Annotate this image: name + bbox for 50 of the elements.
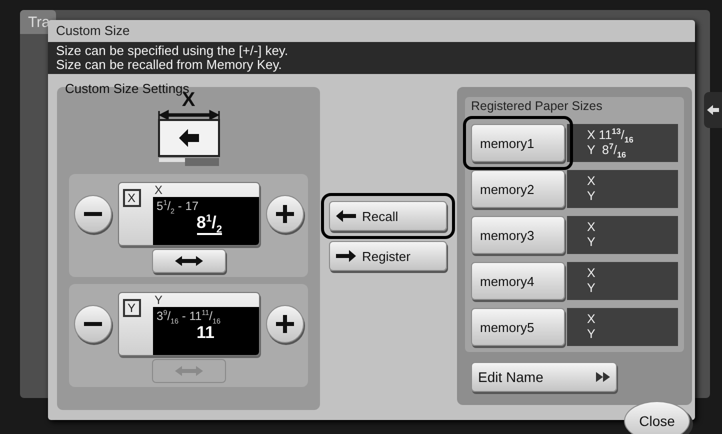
memory-button[interactable]: memory5 bbox=[471, 308, 565, 346]
double-arrow-icon bbox=[174, 255, 204, 267]
y-size-text: Y bbox=[587, 327, 596, 342]
message-text: Size can be specified using the [+/-] key. bbox=[56, 44, 290, 58]
register-button[interactable]: Register bbox=[329, 241, 447, 271]
minus-icon bbox=[84, 212, 102, 216]
swap-button[interactable] bbox=[152, 249, 226, 273]
panel-title: Registered Paper Sizes bbox=[471, 98, 604, 115]
message-text: Size can be recalled from Memory Key. bbox=[56, 58, 282, 72]
y-size-text: Y bbox=[587, 189, 596, 204]
left-arrow-icon bbox=[336, 210, 356, 222]
memory-button[interactable]: memory4 bbox=[471, 262, 565, 300]
range-text: 5$^{1}$/$_{2}$ - 17 bbox=[156, 199, 200, 213]
back-button[interactable] bbox=[704, 92, 722, 128]
plus-icon bbox=[276, 205, 294, 223]
size-value: 11 bbox=[196, 323, 214, 343]
increase-button[interactable] bbox=[266, 195, 304, 233]
x-size-text: X bbox=[587, 174, 596, 189]
size-value: 8$^{1}$/$_{2}$ bbox=[196, 213, 222, 235]
y-size-text: Y 8$^{7}$/$_{16}$ bbox=[587, 143, 626, 158]
fast-forward-icon bbox=[596, 372, 610, 382]
edit-name-button[interactable]: Edit Name bbox=[471, 362, 617, 392]
axis-badge: X bbox=[122, 189, 141, 207]
double-arrow-icon bbox=[174, 365, 204, 377]
left-arrow-icon bbox=[707, 105, 719, 115]
memory-button[interactable]: memory1 bbox=[471, 124, 565, 162]
decrease-button[interactable] bbox=[74, 305, 112, 343]
size-input-field[interactable]: Y Y 3$^{9}$/$_{16}$ - 11$^{11}$/$_{16}$ 11 bbox=[118, 292, 260, 356]
range-text: 3$^{9}$/$_{16}$ - 11$^{11}$/$_{16}$ bbox=[156, 309, 222, 323]
axis-badge: Y bbox=[122, 299, 141, 317]
y-size-text: Y bbox=[587, 235, 596, 250]
memory-button[interactable]: memory2 bbox=[471, 170, 565, 208]
size-input-field[interactable]: X X 5$^{1}$/$_{2}$ - 17 8$^{1}$/$_{2}$ bbox=[118, 182, 260, 246]
x-size-text: X bbox=[587, 266, 596, 281]
increase-button[interactable] bbox=[266, 305, 304, 343]
minus-icon bbox=[84, 322, 102, 326]
dialog-title: Custom Size bbox=[55, 22, 131, 40]
field-label: Y bbox=[154, 293, 164, 307]
field-label: X bbox=[154, 183, 164, 197]
x-size-text: X bbox=[587, 312, 596, 327]
plus-icon bbox=[276, 315, 294, 333]
x-size-text: X 11$^{13}$/$_{16}$ bbox=[587, 128, 634, 143]
x-size-text: X bbox=[587, 220, 596, 235]
recall-button[interactable]: Recall bbox=[329, 201, 447, 231]
right-arrow-icon bbox=[336, 250, 356, 262]
y-size-text: Y bbox=[587, 281, 596, 296]
paper-orientation-drawing bbox=[156, 109, 220, 167]
memory-button[interactable]: memory3 bbox=[471, 216, 565, 254]
close-button[interactable]: Close bbox=[624, 401, 690, 434]
decrease-button[interactable] bbox=[74, 195, 112, 233]
